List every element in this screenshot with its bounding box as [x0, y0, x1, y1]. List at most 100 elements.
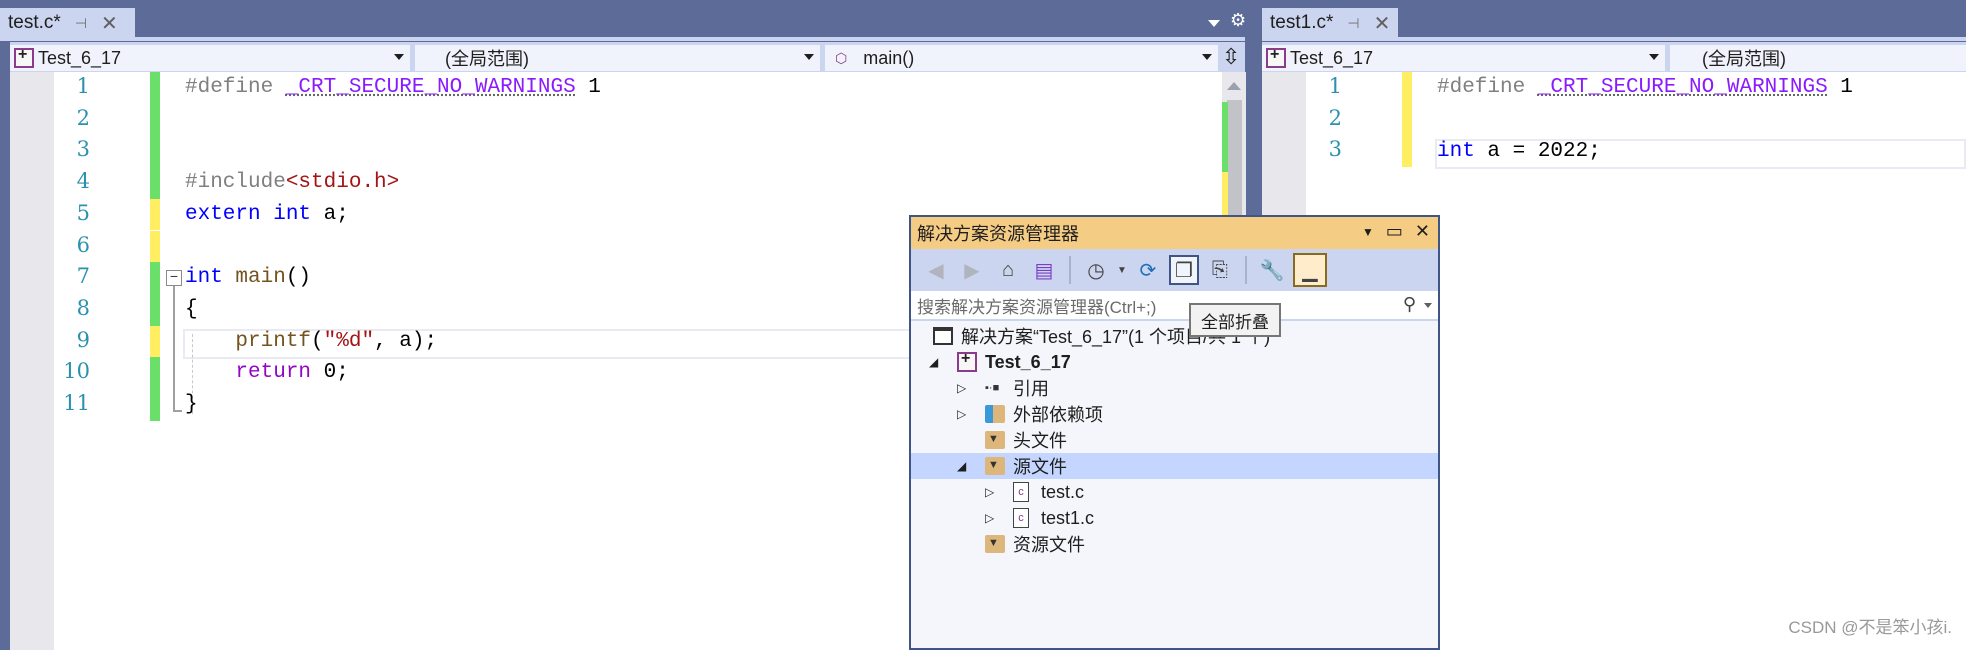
forward-icon[interactable]: ▶: [957, 255, 987, 285]
line-number: 8: [76, 295, 90, 320]
chevron-down-icon: [1202, 54, 1212, 60]
tree-item[interactable]: ◢ Test_6_17: [911, 349, 1438, 375]
pin-icon[interactable]: ⊣: [1347, 15, 1359, 32]
tab-test1-c[interactable]: test1.c* ⊣ ✕: [1262, 8, 1398, 38]
search-icon[interactable]: ⚲: [1403, 294, 1416, 315]
panel-toolbar: ◀ ▶ ⌂ ▤ ◷ ▼ ⟳ ❐ ⎘ 🔧 ▁: [911, 249, 1438, 291]
tree-item-label: test1.c: [1041, 507, 1095, 528]
tree-item[interactable]: ▷ c test.c: [911, 479, 1438, 505]
collapsed-arrow-icon[interactable]: ▷: [985, 485, 994, 499]
tree-item-label: 资源文件: [1013, 535, 1085, 555]
chevron-down-icon: [1649, 54, 1659, 60]
change-tracking-bar-saved: [150, 135, 160, 168]
scope-dropdown[interactable]: (全局范围): [415, 45, 820, 71]
preview-selected-items-icon[interactable]: ▁: [1292, 253, 1327, 287]
outline-line: [173, 286, 175, 410]
project-dropdown[interactable]: Test_6_17: [10, 45, 410, 71]
home-icon[interactable]: ⌂: [993, 255, 1023, 285]
external-deps-icon: [985, 405, 1005, 423]
outline-line-end: [173, 410, 182, 412]
change-tracking-bar-unsaved: [150, 198, 160, 231]
gear-icon[interactable]: ⚙: [1230, 10, 1246, 31]
tree-item-label: 头文件: [1013, 431, 1067, 451]
window-position-dropdown-icon[interactable]: ▼: [1362, 225, 1374, 242]
tab-test-c[interactable]: test.c* ⊣ ✕: [0, 8, 135, 38]
collapsed-arrow-icon[interactable]: ▷: [957, 407, 966, 421]
change-tracking-bar-saved: [150, 389, 160, 421]
solution-search-input[interactable]: 搜索解决方案资源管理器(Ctrl+;) ⚲: [911, 291, 1438, 321]
toolbar-separator: [1069, 256, 1071, 284]
tree-item[interactable]: ▷ 外部依赖项: [911, 401, 1438, 427]
member-dropdown-value: main(): [863, 47, 915, 68]
change-tracking-bar-saved: [150, 167, 160, 199]
filter-folder-icon: [985, 457, 1005, 475]
tree-item[interactable]: ◢ 源文件: [911, 453, 1438, 479]
search-placeholder: 搜索解决方案资源管理器(Ctrl+;): [917, 297, 1157, 317]
navigation-bar: Test_6_17 (全局范围): [1262, 42, 1966, 72]
c-file-icon: c: [1013, 482, 1029, 502]
collapse-all-icon[interactable]: ❐: [1168, 255, 1199, 285]
tree-item-label: 外部依赖项: [1013, 405, 1103, 425]
code-line-1: #define _CRT_SECURE_NO_WARNINGS 1: [185, 76, 601, 99]
code-line-7: int main(): [185, 266, 312, 289]
tab-label: test1.c*: [1270, 12, 1334, 33]
references-icon: ▪·■: [985, 382, 1000, 394]
pin-icon[interactable]: ⊣: [75, 15, 87, 32]
switch-views-icon[interactable]: ▤: [1029, 255, 1059, 285]
line-number: 6: [76, 232, 90, 257]
tree-item-label: test.c: [1041, 481, 1085, 502]
line-number: 9: [76, 327, 90, 352]
method-cube-icon: ⬡: [835, 49, 848, 66]
pending-changes-filter-icon[interactable]: ◷: [1081, 255, 1111, 285]
change-tracking-bar-unsaved: [1402, 103, 1412, 136]
filter-folder-icon: [985, 535, 1005, 553]
expanded-arrow-icon[interactable]: ◢: [929, 355, 938, 369]
line-number: 3: [1328, 137, 1342, 162]
scope-dropdown-value: (全局范围): [445, 49, 529, 69]
split-window-icon[interactable]: ⇳: [1222, 44, 1240, 70]
close-icon[interactable]: ✕: [1415, 221, 1430, 242]
scroll-up-icon[interactable]: [1227, 82, 1241, 90]
project-dropdown[interactable]: Test_6_17: [1262, 45, 1665, 71]
tree-item[interactable]: 头文件: [911, 427, 1438, 453]
project-icon: [14, 46, 34, 68]
tab-overflow-dropdown-icon[interactable]: [1208, 20, 1220, 27]
member-dropdown[interactable]: ⬡ main(): [825, 45, 1218, 71]
tree-item[interactable]: 解决方案“Test_6_17”(1 个项目/共 1 个): [911, 323, 1438, 349]
line-number: 2: [1328, 105, 1342, 130]
change-tracking-bar-unsaved: [150, 230, 160, 263]
line-number: 7: [76, 264, 90, 289]
code-line-5: extern int a;: [185, 203, 349, 226]
maximize-icon[interactable]: ▭: [1386, 221, 1403, 242]
tree-item[interactable]: ▷ ▪·■ 引用: [911, 375, 1438, 401]
chevron-down-icon: [394, 54, 404, 60]
change-tracking-bar-unsaved: [1402, 135, 1412, 168]
tree-item-label: 引用: [1013, 379, 1049, 399]
scope-dropdown[interactable]: (全局范围): [1670, 45, 1966, 71]
close-icon[interactable]: ✕: [101, 11, 118, 36]
change-tracking-bar-saved: [150, 262, 160, 294]
change-tracking-bar-saved: [150, 357, 160, 389]
filter-dropdown-icon[interactable]: ▼: [1117, 265, 1127, 276]
tree-item[interactable]: 资源文件: [911, 531, 1438, 557]
collapsed-arrow-icon[interactable]: ▷: [985, 511, 994, 525]
solution-explorer-panel: 解决方案资源管理器 ▼ ▭ ✕ ◀ ▶ ⌂ ▤ ◷ ▼ ⟳ ❐ ⎘ 🔧 ▁ 搜索…: [909, 215, 1440, 650]
properties-wrench-icon[interactable]: 🔧: [1257, 255, 1287, 285]
search-options-dropdown-icon[interactable]: [1424, 303, 1432, 308]
tree-item-label: Test_6_17: [985, 351, 1071, 372]
collapsed-arrow-icon[interactable]: ▷: [957, 381, 966, 395]
navigation-bar: Test_6_17 (全局范围) ⬡ main() ⇳: [10, 42, 1245, 72]
outline-collapse-icon[interactable]: −: [166, 269, 182, 286]
show-all-files-icon[interactable]: ⎘: [1205, 255, 1235, 285]
change-tracking-bar-saved: [150, 103, 160, 136]
expanded-arrow-icon[interactable]: ◢: [957, 459, 966, 473]
close-icon[interactable]: ✕: [1374, 11, 1391, 36]
tree-item[interactable]: ▷ c test1.c: [911, 505, 1438, 531]
line-number: 5: [76, 200, 90, 225]
sync-icon[interactable]: ⟳: [1133, 255, 1163, 285]
panel-title-bar[interactable]: 解决方案资源管理器 ▼ ▭ ✕: [911, 217, 1438, 249]
line-number: 10: [63, 359, 90, 384]
change-tracking-bar-saved: [150, 293, 160, 326]
back-icon[interactable]: ◀: [921, 255, 951, 285]
tab-strip: [0, 37, 1245, 41]
